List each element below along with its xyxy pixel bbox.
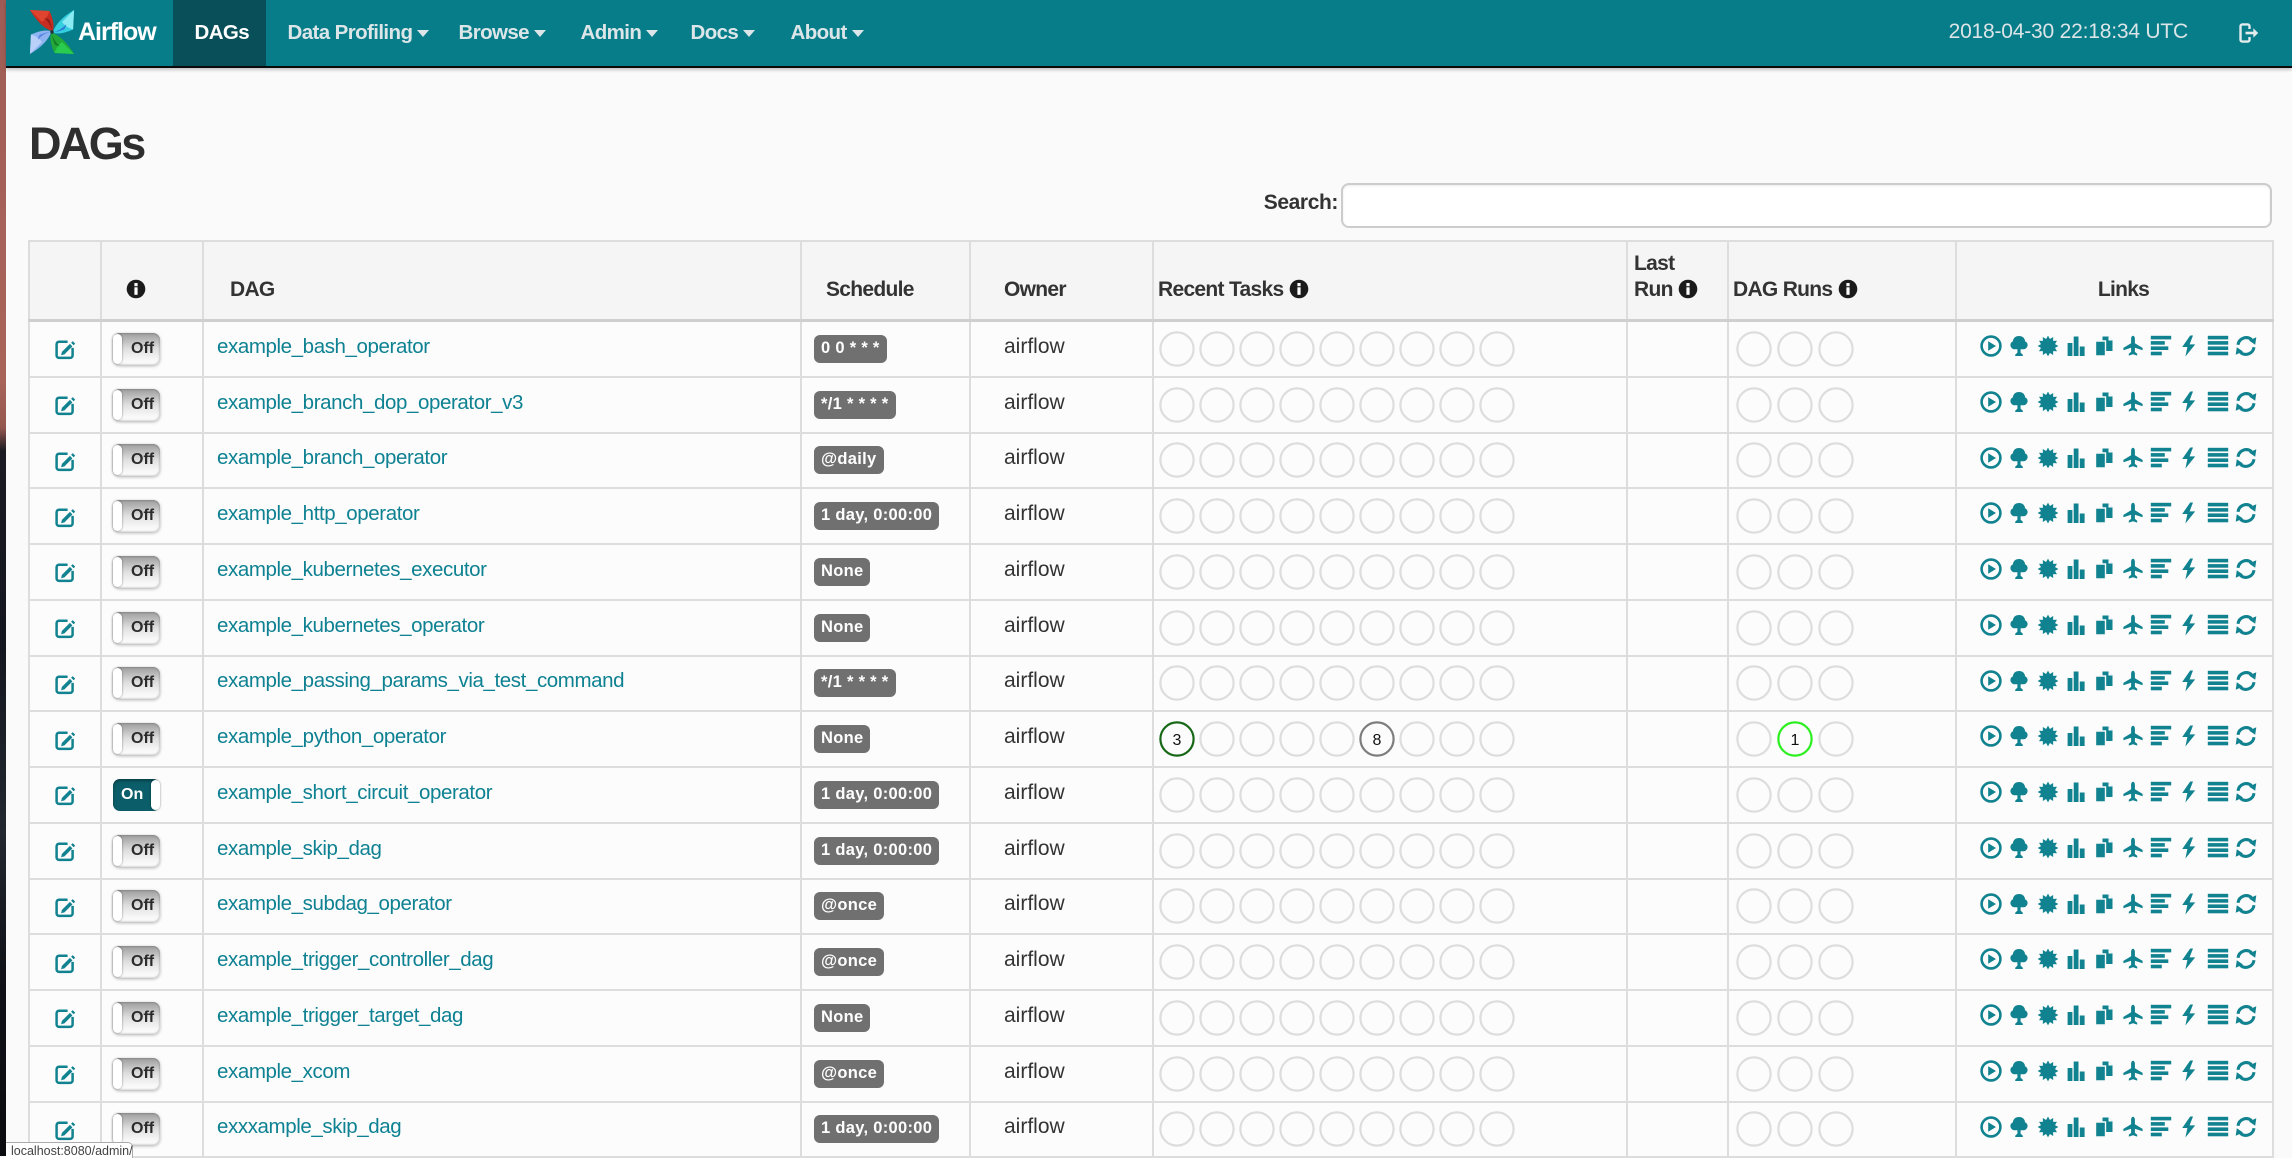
svg-text:3: 3 <box>1173 732 1182 749</box>
svg-text:1: 1 <box>1791 732 1800 749</box>
svg-text:8: 8 <box>1373 732 1382 749</box>
